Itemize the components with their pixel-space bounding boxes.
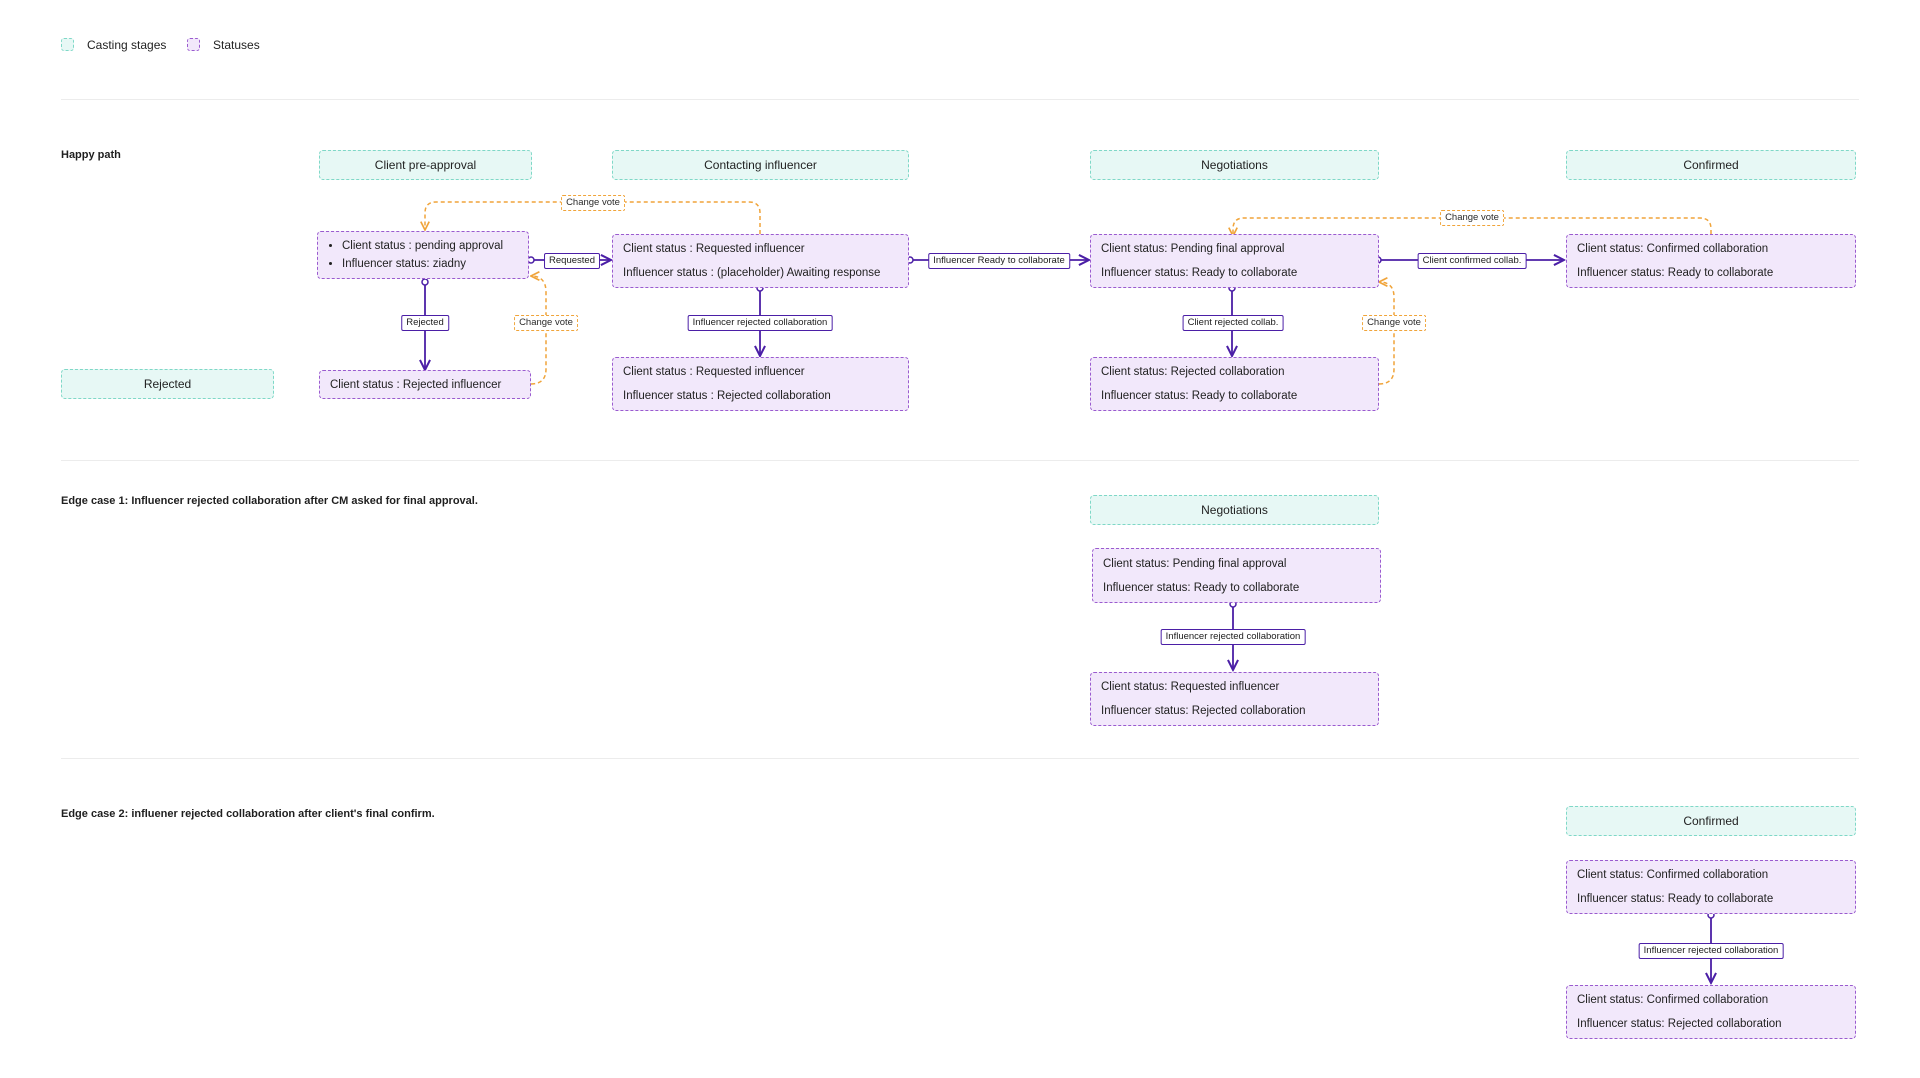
status-line-influencer: Influencer status: Ready to collaborate xyxy=(1101,390,1298,402)
status-line-client: Client status: Confirmed collaboration xyxy=(1577,994,1769,1006)
edge-label-change-vote-2: Change vote xyxy=(514,315,578,331)
status-pending-approval: Client status : pending approval Influen… xyxy=(317,231,529,279)
status-rejected-influencer: Client status : Rejected influencer xyxy=(319,370,531,399)
status-ec1-pending-final-approval: Client status: Pending final approval In… xyxy=(1092,548,1381,603)
edge-label-requested: Requested xyxy=(544,253,600,269)
status-line-influencer: Influencer status: Ready to collaborate xyxy=(1577,893,1774,905)
stage-confirmed: Confirmed xyxy=(1566,150,1856,180)
status-line-client: Client status : Requested influencer xyxy=(623,243,805,255)
status-line-influencer: Influencer status : (placeholder) Awaiti… xyxy=(623,267,881,279)
status-line-influencer: Influencer status: ziadny xyxy=(342,255,518,273)
status-requested-influencer: Client status : Requested influencer Inf… xyxy=(612,234,909,288)
edge-label-ec1-influencer-rejected: Influencer rejected collaboration xyxy=(1160,629,1306,645)
status-line-influencer: Influencer status: Ready to collaborate xyxy=(1577,267,1774,279)
status-rejected-collaboration: Client status: Rejected collaboration In… xyxy=(1090,357,1379,411)
vote-line-4 xyxy=(1379,282,1395,385)
status-line-influencer: Influencer status : Rejected collaborati… xyxy=(623,390,831,402)
status-line-client: Client status : pending approval xyxy=(342,237,518,255)
stage-negotiations-ec1: Negotiations xyxy=(1090,495,1379,525)
edge-label-influencer-rejected: Influencer rejected collaboration xyxy=(687,315,833,331)
edge-label-ec2-influencer-rejected: Influencer rejected collaboration xyxy=(1638,943,1784,959)
status-ec2-confirmed-collaboration: Client status: Confirmed collaboration I… xyxy=(1566,860,1856,914)
stage-negotiations: Negotiations xyxy=(1090,150,1379,180)
edge-label-change-vote-1: Change vote xyxy=(561,195,625,211)
status-line-client: Client status: Pending final approval xyxy=(1103,557,1287,570)
edge-start-rejected xyxy=(421,278,429,286)
status-pending-final-approval: Client status: Pending final approval In… xyxy=(1090,234,1379,288)
stage-confirmed-ec2: Confirmed xyxy=(1566,806,1856,836)
edge-label-influencer-ready: Influencer Ready to collaborate xyxy=(928,253,1070,269)
edge-label-client-rejected: Client rejected collab. xyxy=(1182,315,1284,331)
status-line-client: Client status: Pending final approval xyxy=(1101,243,1285,255)
status-line-client: Client status : Requested influencer xyxy=(623,366,805,378)
status-line-client: Client status: Confirmed collaboration xyxy=(1577,243,1769,255)
edge-label-change-vote-3: Change vote xyxy=(1362,315,1426,331)
stage-contacting-influencer: Contacting influencer xyxy=(612,150,909,180)
edge-label-change-vote-4: Change vote xyxy=(1440,210,1504,226)
status-requested-rejected: Client status : Requested influencer Inf… xyxy=(612,357,909,411)
edge-label-client-confirmed: Client confirmed collab. xyxy=(1417,253,1527,269)
status-line-client: Client status : Rejected influencer xyxy=(330,378,502,391)
status-confirmed-collaboration: Client status: Confirmed collaboration I… xyxy=(1566,234,1856,288)
status-line-client: Client status: Requested influencer xyxy=(1101,681,1280,693)
status-line-client: Client status: Rejected collaboration xyxy=(1101,366,1285,378)
status-line-influencer: Influencer status: Ready to collaborate xyxy=(1101,267,1298,279)
status-line-influencer: Influencer status: Ready to collaborate xyxy=(1103,581,1300,594)
status-line-influencer: Influencer status: Rejected collaboratio… xyxy=(1577,1018,1782,1030)
status-ec1-requested-rejected: Client status: Requested influencer Infl… xyxy=(1090,672,1379,726)
stage-rejected: Rejected xyxy=(61,369,274,399)
status-ec2-confirmed-rejected: Client status: Confirmed collaboration I… xyxy=(1566,985,1856,1039)
stage-client-pre-approval: Client pre-approval xyxy=(319,150,532,180)
status-line-influencer: Influencer status: Rejected collaboratio… xyxy=(1101,705,1306,717)
status-line-client: Client status: Confirmed collaboration xyxy=(1577,869,1769,881)
edge-label-rejected: Rejected xyxy=(401,315,449,331)
